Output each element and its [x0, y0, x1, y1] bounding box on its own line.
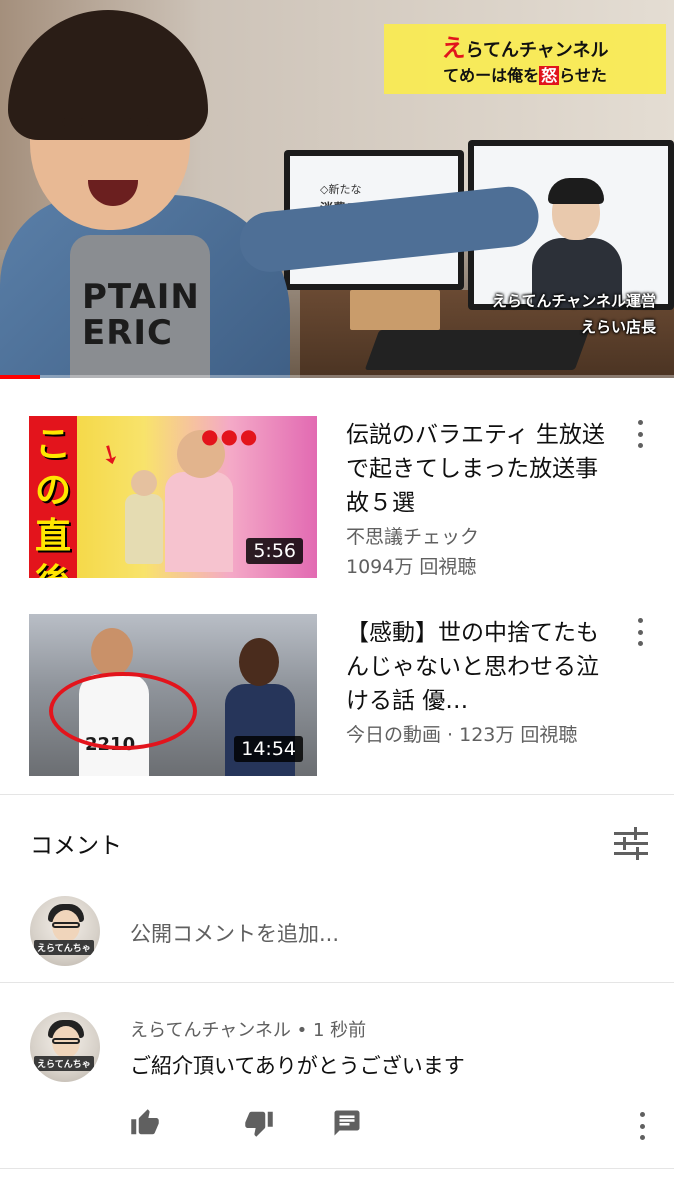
video-thumbnail[interactable]: この直後 ➘ ●●● 5:56	[29, 416, 317, 578]
comments-header: コメント	[30, 833, 122, 859]
section-divider	[0, 794, 674, 795]
video-title-overlay: えらてんチャンネル てめーは俺を怒らせた	[384, 24, 666, 94]
progress-track[interactable]	[0, 375, 674, 379]
avatar-glasses	[52, 1038, 80, 1044]
reply-icon[interactable]	[332, 1108, 362, 1138]
video-caption: えらてんチャンネル運営 えらい店長	[492, 288, 656, 340]
comment-timestamp: • 1 秒前	[290, 1020, 367, 1041]
thumbnail-text: この直後	[35, 424, 72, 578]
overlay-channel-name: らてんチャンネル	[465, 40, 609, 61]
video-meta: 今日の動画 · 123万 回視聴	[346, 724, 578, 746]
section-divider	[0, 1168, 674, 1169]
comment-author[interactable]: えらてんチャンネル • 1 秒前	[130, 1016, 366, 1042]
avatar-tag: えらてんちゃ	[34, 940, 94, 955]
add-comment-input[interactable]: 公開コメントを追加...	[130, 918, 339, 948]
video-views: 1094万 回視聴	[346, 556, 477, 578]
progress-bar[interactable]	[0, 375, 41, 379]
video-player[interactable]: ◇新たな 消費スタイル PTAIN ERIC えらてんチャンネル てめーは俺を怒…	[0, 0, 674, 378]
user-avatar[interactable]: えらてんちゃ	[30, 896, 100, 966]
thumbnail-runner-2	[225, 684, 295, 776]
sort-icon[interactable]	[614, 826, 648, 862]
monitor-person-hair	[548, 178, 604, 204]
duration-badge: 14:54	[234, 736, 303, 762]
thumbnail-girl-head	[131, 470, 157, 496]
avatar-tag: えらてんちゃ	[34, 1056, 94, 1071]
cardboard-box	[350, 290, 440, 330]
thumbnail-runner-2-head	[239, 638, 279, 686]
caption-line2: えらい店長	[580, 318, 656, 336]
comment-text: ご紹介頂いてありがとうございます	[130, 1054, 465, 1078]
shirt-print: PTAIN ERIC	[82, 277, 200, 353]
overlay-line2-highlight: 怒	[539, 66, 560, 85]
video-title[interactable]: 伝説のバラエティ 生放送で起きてしまった放送事故５選	[346, 418, 614, 520]
person-shirt: PTAIN ERIC	[70, 235, 210, 378]
video-channel: 不思議チェック	[346, 526, 480, 548]
person-eye-left	[62, 118, 84, 126]
recommended-video[interactable]: 2210 14:54 【感動】世の中捨てたもんじゃないと思わせる泣ける話 優… …	[0, 608, 674, 776]
arrow-icon: ➘	[92, 436, 127, 474]
recommended-video[interactable]: この直後 ➘ ●●● 5:56 伝説のバラエティ 生放送で起きてしまった放送事故…	[0, 410, 674, 578]
thumbnail-highlight-circle	[49, 672, 197, 750]
duration-badge: 5:56	[246, 538, 303, 564]
thumbnail-girl-dress	[125, 494, 163, 564]
thumbs-up-icon[interactable]	[130, 1108, 160, 1138]
person-eye-right	[128, 118, 150, 126]
overlay-accent-char: え	[441, 34, 466, 62]
more-vert-icon[interactable]	[630, 1112, 654, 1140]
monitor-text-line1: ◇新たな	[320, 183, 362, 196]
comment-author-avatar[interactable]: えらてんちゃ	[30, 1012, 100, 1082]
thumbs-down-icon[interactable]	[244, 1108, 274, 1138]
more-vert-icon[interactable]	[628, 618, 652, 646]
section-divider	[0, 982, 674, 983]
more-vert-icon[interactable]	[628, 420, 652, 448]
overlay-line2-pre: てめーは俺を	[443, 66, 540, 85]
caption-line1: えらてんチャンネル運営	[491, 292, 656, 310]
avatar-glasses	[52, 922, 80, 928]
comment-author-name[interactable]: えらてんチャンネル	[130, 1020, 291, 1041]
video-title[interactable]: 【感動】世の中捨てたもんじゃないと思わせる泣ける話 優…	[346, 616, 614, 718]
thumbnail-runner-1-head	[91, 628, 133, 676]
overlay-line2-post: らせた	[559, 66, 607, 85]
video-thumbnail[interactable]: 2210 14:54	[29, 614, 317, 776]
thumbnail-marks: ●●●	[201, 424, 260, 448]
thumbnail-host-body	[165, 472, 233, 572]
